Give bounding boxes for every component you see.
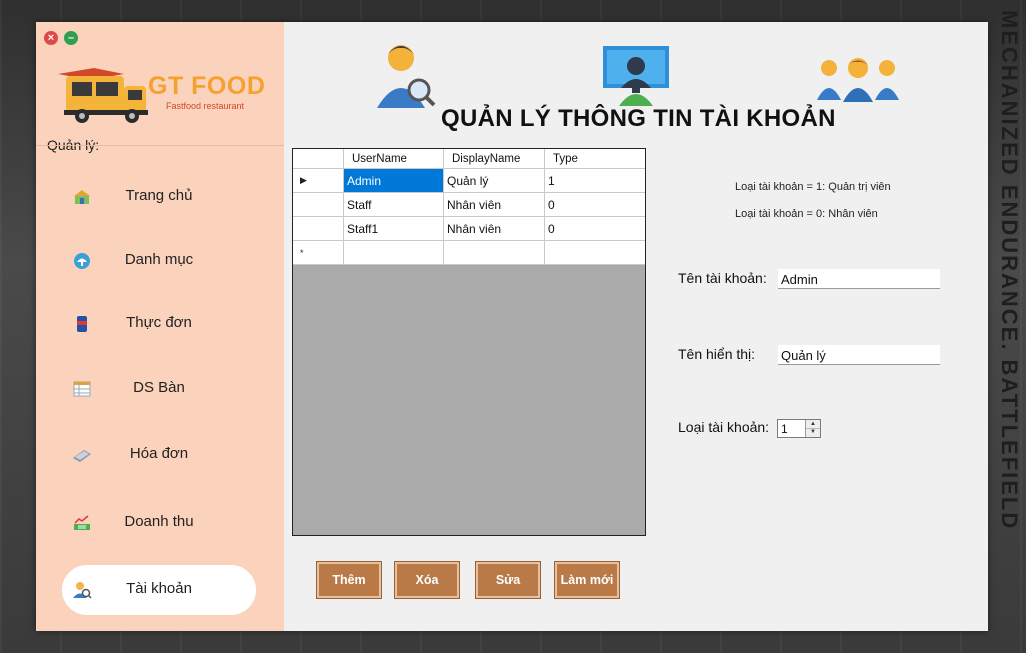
sidebar-item-label: Tài khoản (126, 580, 192, 597)
account-management-window: × – GT FOOD Fastfood restaurant Quản lý:… (36, 22, 988, 631)
section-divider (36, 145, 284, 146)
logo-title: GT FOOD (148, 72, 266, 100)
table-cell[interactable]: Staff1 (344, 217, 444, 241)
column-header-type[interactable]: Type (545, 149, 645, 169)
table-cell[interactable]: Nhân viên (444, 217, 545, 241)
username-field[interactable] (778, 269, 940, 289)
table-cell[interactable]: Quản lý (444, 169, 545, 193)
table-cell[interactable] (545, 241, 645, 265)
stepper-buttons: ▲ ▼ (805, 420, 820, 437)
display-name-label: Tên hiển thị: (678, 346, 756, 362)
delete-button[interactable]: Xóa (394, 561, 460, 599)
table-cell[interactable]: 0 (545, 193, 645, 217)
new-row-marker[interactable]: * (293, 241, 344, 265)
page-title: QUẢN LÝ THÔNG TIN TÀI KHOẢN (441, 105, 836, 132)
sidebar-item-home[interactable]: Trang chủ (62, 172, 256, 222)
sidebar-item-label: Danh mục (124, 251, 194, 268)
column-header-displayname[interactable]: DisplayName (444, 149, 545, 169)
account-search-icon (72, 581, 92, 599)
bill-icon (72, 446, 92, 464)
home-icon (72, 188, 92, 206)
sidebar-item-tables[interactable]: DS Bàn (62, 364, 256, 414)
drink-can-icon (72, 315, 92, 333)
row-selector[interactable] (293, 193, 344, 217)
column-header-username[interactable]: UserName (344, 149, 444, 169)
add-button[interactable]: Thêm (316, 561, 382, 599)
refresh-button[interactable]: Làm mới (554, 561, 620, 599)
sidebar-item-label: DS Bàn (133, 379, 185, 396)
account-type-label: Loại tài khoản: (678, 419, 770, 435)
stepper-down-icon[interactable]: ▼ (806, 428, 820, 436)
minimize-button[interactable]: – (64, 31, 78, 45)
sidebar: × – GT FOOD Fastfood restaurant Quản lý:… (36, 22, 284, 631)
row-selector[interactable]: ▶ (293, 169, 344, 193)
new-row[interactable]: * (293, 241, 645, 265)
sidebar-item-label: Hóa đơn (129, 445, 189, 462)
table-cell[interactable]: 1 (545, 169, 645, 193)
edit-button[interactable]: Sửa (475, 561, 541, 599)
revenue-chart-icon (72, 514, 92, 532)
account-type-info-admin: Loại tài khoản = 1: Quản trị viên (735, 181, 891, 193)
grid-corner-cell[interactable] (293, 149, 344, 169)
sidebar-item-accounts[interactable]: Tài khoản (62, 565, 256, 615)
category-icon (72, 252, 92, 270)
table-cell[interactable] (344, 241, 444, 265)
sidebar-item-label: Trang chủ (125, 187, 193, 204)
sidebar-item-label: Doanh thu (124, 513, 194, 530)
table-cell[interactable]: Nhân viên (444, 193, 545, 217)
row-selector[interactable] (293, 217, 344, 241)
accounts-grid[interactable]: UserName DisplayName Type ▶ Admin Quản l… (292, 148, 646, 536)
stepper-value[interactable]: 1 (781, 422, 788, 436)
table-row[interactable]: Staff1 Nhân viên 0 (293, 217, 645, 241)
background-text: MECHANIZED ENDURANCE. BATTLEFIELD (1000, 10, 1022, 531)
account-type-info-staff: Loại tài khoản = 0: Nhân viên (735, 208, 878, 220)
table-cell[interactable]: Admin (344, 169, 444, 193)
table-row[interactable]: Staff Nhân viên 0 (293, 193, 645, 217)
table-cell[interactable] (444, 241, 545, 265)
account-type-stepper[interactable]: 1 ▲ ▼ (777, 419, 821, 438)
main-panel: QUẢN LÝ THÔNG TIN TÀI KHOẢN UserName Dis… (284, 22, 988, 631)
display-name-field[interactable] (778, 345, 940, 365)
user-group-icon (817, 58, 899, 102)
table-row[interactable]: ▶ Admin Quản lý 1 (293, 169, 645, 193)
table-cell[interactable]: 0 (545, 217, 645, 241)
logo-subtitle: Fastfood restaurant (166, 101, 245, 111)
username-label: Tên tài khoản: (678, 270, 767, 286)
close-button[interactable]: × (44, 31, 58, 45)
table-cell[interactable]: Staff (344, 193, 444, 217)
table-list-icon (72, 380, 92, 398)
monitor-user-icon (603, 46, 669, 106)
grid-header-row: UserName DisplayName Type (293, 149, 645, 169)
user-search-icon (377, 45, 436, 108)
sidebar-item-revenue[interactable]: Doanh thu (62, 498, 256, 548)
sidebar-item-label: Thực đơn (126, 314, 192, 331)
sidebar-item-category[interactable]: Danh mục (62, 236, 256, 286)
sidebar-item-bills[interactable]: Hóa đơn (62, 430, 256, 480)
sidebar-item-menu[interactable]: Thực đơn (62, 299, 256, 349)
